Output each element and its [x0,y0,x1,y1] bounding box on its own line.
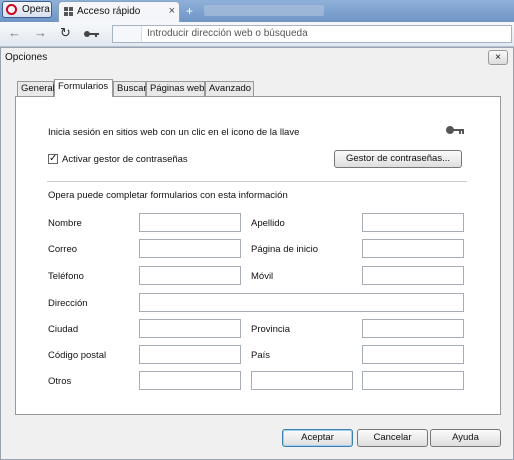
tab-avanzado[interactable]: Avanzado [205,81,254,96]
otros-field-1[interactable] [139,371,241,390]
divider [47,181,467,182]
movil-field[interactable] [362,266,464,285]
browser-title-bar: Opera Acceso rápido × + [0,0,514,22]
tab-paginas-web[interactable]: Páginas web [146,81,205,96]
provincia-field[interactable] [362,319,464,338]
nombre-input[interactable] [140,214,240,231]
otros-input-2[interactable] [252,372,352,389]
otros-input-3[interactable] [363,372,463,389]
address-toolbar: ← → ↻ Introducir dirección web o búsqued… [0,22,514,47]
new-tab-button[interactable]: + [186,4,193,18]
opera-menu-label: Opera [22,4,50,15]
pais-field[interactable] [362,345,464,364]
label-telefono: Teléfono [48,271,84,282]
codigo-postal-field[interactable] [139,345,241,364]
dialog-close-button[interactable]: × [488,50,508,65]
label-pagina-inicio: Página de inicio [251,244,319,255]
dialog-title: Opciones [5,52,48,63]
codigo-postal-input[interactable] [140,346,240,363]
label-apellido: Apellido [251,218,285,229]
tab-formularios[interactable]: Formularios [54,79,113,97]
ciudad-field[interactable] [139,319,241,338]
tab-buscar[interactable]: Buscar [113,81,147,96]
pagina-inicio-field[interactable] [362,239,464,258]
ciudad-input[interactable] [140,320,240,337]
label-provincia: Provincia [251,324,291,335]
opera-logo-icon [6,4,17,15]
opera-menu-button[interactable]: Opera [2,1,52,18]
tab-close-icon[interactable]: × [169,5,175,17]
key-icon [446,126,466,134]
direccion-field[interactable] [139,293,464,312]
label-direccion: Dirección [48,298,88,309]
apellido-input[interactable] [363,214,463,231]
movil-input[interactable] [363,267,463,284]
otros-field-2[interactable] [251,371,353,390]
key-icon[interactable] [84,31,104,37]
address-bar[interactable]: Introducir dirección web o búsqueda [112,25,512,43]
label-otros: Otros [48,376,72,387]
nombre-field[interactable] [139,213,241,232]
forms-heading: Opera puede completar formularios con es… [48,190,288,201]
password-manager-label: Activar gestor de contraseñas [62,154,188,165]
cancel-button[interactable]: Cancelar [357,429,428,447]
reload-icon[interactable]: ↻ [60,25,71,41]
direccion-input[interactable] [140,294,463,311]
tab-general[interactable]: General [17,81,55,96]
label-movil: Móvil [251,271,274,282]
back-arrow-icon[interactable]: ← [8,25,21,40]
correo-input[interactable] [140,240,240,257]
telefono-field[interactable] [139,266,241,285]
help-button[interactable]: Ayuda [430,429,501,447]
forms-panel: Inicia sesión en sitios web con un clic … [15,96,501,415]
tab-title: Acceso rápido [77,6,141,17]
pais-input[interactable] [363,346,463,363]
apellido-field[interactable] [362,213,464,232]
label-nombre: Nombre [48,218,82,229]
label-codigo-postal: Código postal [48,350,107,361]
accept-button[interactable]: Aceptar [282,429,353,447]
otros-input-1[interactable] [140,372,240,389]
correo-field[interactable] [139,239,241,258]
speed-dial-icon [64,7,73,16]
forward-arrow-icon[interactable]: → [34,25,47,40]
password-manager-checkbox[interactable]: ✓ [48,154,58,164]
label-pais: País [251,350,271,361]
tab-acceso-rapido[interactable]: Acceso rápido × [58,1,180,22]
login-description: Inicia sesión en sitios web con un clic … [48,127,300,138]
background-tab[interactable] [204,5,324,16]
password-manager-button[interactable]: Gestor de contraseñas... [334,150,462,168]
address-input[interactable]: Introducir dirección web o búsqueda [147,28,308,39]
otros-field-3[interactable] [362,371,464,390]
pagina-inicio-input[interactable] [363,240,463,257]
address-site-button[interactable] [113,26,142,42]
label-ciudad: Ciudad [48,324,79,335]
options-dialog: Opciones × General Formularios Buscar Pá… [0,47,514,460]
provincia-input[interactable] [363,320,463,337]
telefono-input[interactable] [140,267,240,284]
label-correo: Correo [48,244,78,255]
